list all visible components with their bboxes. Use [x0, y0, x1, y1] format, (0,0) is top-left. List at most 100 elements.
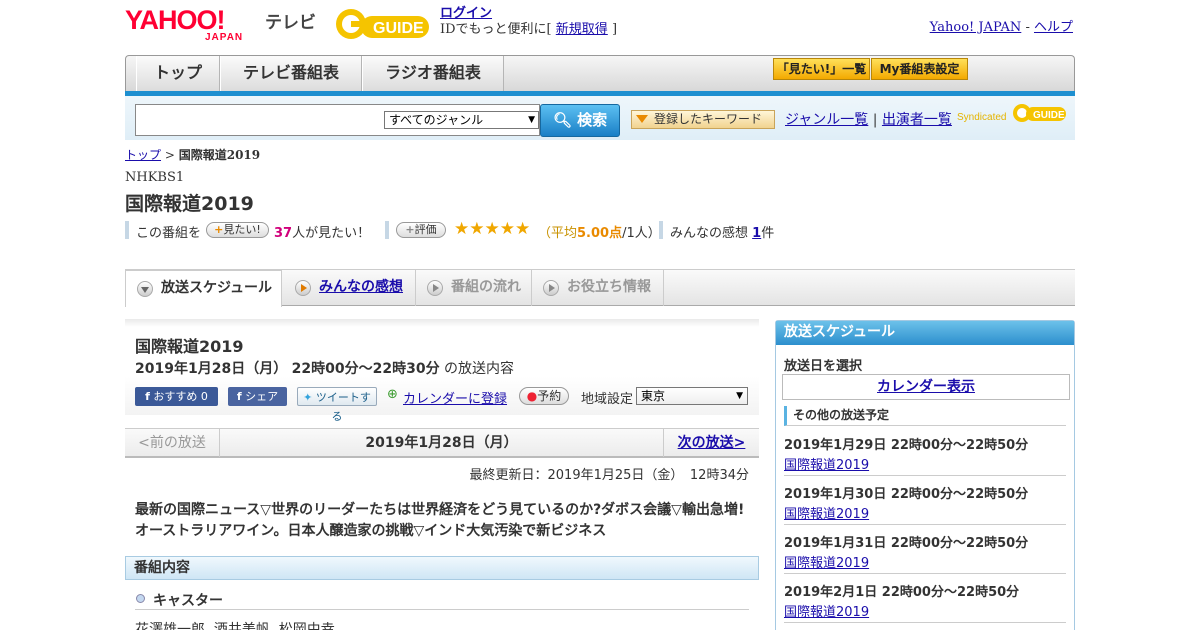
tab-useful-info: お役立ち情報 [532, 270, 664, 306]
last-updated: 最終更新日：2019年1月25日（金） 12時34分 [469, 468, 749, 483]
facebook-icon: f [236, 390, 242, 403]
tab-comments-label: みんなの感想 [319, 279, 403, 295]
triangle-down-icon [636, 115, 648, 123]
logo-yahoo-text: YAHOO! [125, 5, 226, 35]
chevron-down-icon: ▼ [528, 115, 535, 125]
facebook-icon: f [145, 390, 150, 403]
yahoo-japan-link[interactable]: Yahoo! JAPAN [930, 20, 1022, 35]
yahoo-japan-logo[interactable]: YAHOO! JAPAN [125, 5, 260, 43]
nav-tab-radio-schedule[interactable]: ラジオ番組表 [362, 56, 504, 91]
schedule-datetime: 2019年1月29日 22時00分～22時50分 [784, 438, 1029, 453]
main-nav: トップ テレビ番組表 ラジオ番組表 「見たい!」一覧 My番組表設定 [125, 55, 1075, 91]
tab-schedule[interactable]: 放送スケジュール [125, 270, 282, 307]
comments-count-link[interactable]: 1 [752, 226, 761, 241]
next-broadcast-link[interactable]: 次の放送> [678, 435, 746, 451]
plus-icon: + [405, 223, 415, 236]
evaluate-button[interactable]: +評価 [396, 222, 446, 238]
plus-icon: + [214, 223, 224, 236]
header-links: Yahoo! JAPAN - ヘルプ [930, 16, 1073, 35]
broadcast-suffix: の放送内容 [444, 361, 515, 377]
rating-people: /1人） [622, 226, 661, 241]
mitai-button-label: 見たい! [223, 223, 261, 236]
schedule-title-link[interactable]: 国際報道2019 [784, 503, 869, 522]
next-broadcast-cell: 次の放送> [663, 429, 759, 457]
reserve-label: 予約 [537, 389, 562, 403]
chevron-down-icon: ▼ [736, 391, 743, 401]
schedule-item: 2019年1月29日 22時00分～22時50分 国際報道2019 [784, 427, 1066, 476]
divider-bar [385, 221, 389, 239]
calendar-display-link[interactable]: カレンダー表示 [877, 379, 975, 395]
play-arrow-icon [427, 280, 443, 296]
channel-name: NHKBS1 [125, 170, 185, 185]
genre-list-link[interactable]: ジャンル一覧 [785, 112, 868, 128]
rating-row: この番組を +見たい! 37人が見たい！ +評価 ★★★★★ （平均5.00点/… [125, 219, 825, 242]
rating-average: 5.00点 [577, 226, 623, 241]
schedule-datetime: 2019年1月31日 22時00分～22時50分 [784, 536, 1029, 551]
rating-summary: （平均5.00点/1人） [538, 222, 661, 241]
play-arrow-icon [295, 280, 311, 296]
chevron-down-icon [137, 281, 153, 297]
kono-bangumi-label: この番組を [136, 226, 202, 241]
performer-list-link[interactable]: 出演者一覧 [882, 112, 952, 128]
bullet-icon [136, 594, 145, 603]
tab-useful-info-label: お役立ち情報 [567, 279, 651, 295]
schedule-sidebar: 放送スケジュール 放送日を選択 カレンダー表示 その他の放送予定 2019年1月… [775, 320, 1075, 630]
register-link[interactable]: 新規取得 [556, 22, 608, 37]
program-content-header: 番組内容 [125, 556, 759, 580]
tab-comments[interactable]: みんなの感想 [284, 270, 416, 306]
syndicated-text: Syndicated [957, 112, 1007, 123]
mitai-list-button[interactable]: 「見たい!」一覧 [773, 58, 870, 80]
region-label: 地域設定 [581, 392, 634, 407]
search-link-divider: | [872, 112, 878, 128]
nav-tab-top[interactable]: トップ [136, 56, 220, 91]
search-bar: すべてのジャンル ▼ 🔍︎ 検索 登録したキーワード ジャンル一覧 | 出演者一… [125, 96, 1075, 140]
schedule-datetime: 2019年2月1日 22時00分～22時50分 [784, 585, 1020, 600]
schedule-title-link[interactable]: 国際報道2019 [784, 601, 869, 620]
schedule-datetime: 2019年1月30日 22時00分～22時50分 [784, 487, 1029, 502]
search-button-label: 検索 [577, 111, 608, 129]
mitai-suffix: 人が見たい！ [292, 226, 371, 241]
breadcrumb-separator: > [164, 148, 175, 162]
register-close: ] [611, 22, 618, 37]
broadcast-time: 22時00分～22時30分 [291, 361, 440, 377]
registered-keyword-button[interactable]: 登録したキーワード [631, 110, 775, 129]
rating-stars-icon: ★★★★★ [454, 219, 531, 239]
broadcast-date: 2019年1月28日（月） [135, 361, 288, 377]
divider-bar [659, 221, 663, 239]
comments-suffix: 件 [761, 226, 775, 241]
genre-select[interactable]: すべてのジャンル ▼ [384, 111, 539, 129]
region-select-value: 東京 [641, 389, 666, 403]
mitai-button[interactable]: +見たい! [206, 222, 269, 238]
calendar-display-button[interactable]: カレンダー表示 [782, 374, 1070, 400]
tab-program-flow-label: 番組の流れ [451, 279, 521, 295]
tab-schedule-label: 放送スケジュール [161, 280, 273, 296]
rating-open: （平均 [538, 226, 578, 241]
search-button[interactable]: 🔍︎ 検索 [540, 104, 620, 137]
facebook-share-button[interactable]: f シェア [228, 387, 287, 406]
tweet-button[interactable]: ✦ ツイートする [297, 387, 377, 423]
mitai-count: 37 [274, 226, 293, 241]
breadcrumb-top-link[interactable]: トップ [125, 148, 161, 162]
reserve-button[interactable]: ●予約 [519, 387, 569, 405]
schedule-title-link[interactable]: 国際報道2019 [784, 454, 869, 473]
record-dot-icon: ● [526, 389, 538, 403]
broadcast-title: 国際報道2019 [135, 337, 244, 356]
help-link[interactable]: ヘルプ [1034, 20, 1073, 35]
my-schedule-button[interactable]: My番組表設定 [871, 58, 968, 80]
nav-tab-tv-schedule[interactable]: テレビ番組表 [220, 56, 362, 91]
divider-bar [125, 221, 129, 239]
logo-japan-text: JAPAN [205, 32, 244, 43]
region-select[interactable]: 東京 ▼ [636, 387, 748, 405]
search-links: ジャンル一覧 | 出演者一覧 [785, 109, 952, 129]
comments-summary: みんなの感想 1件 [670, 222, 774, 241]
gguide-small-logo-icon: GUIDE [1013, 104, 1066, 122]
login-link[interactable]: ログイン [440, 6, 492, 21]
calendar-register-link[interactable]: カレンダーに登録 [403, 388, 507, 407]
login-text: IDでもっと便利に[ [440, 22, 552, 37]
sidebar-header: 放送スケジュール [776, 321, 1074, 345]
logo-tv-text: テレビ [265, 13, 316, 33]
broadcast-header: 国際報道2019 2019年1月28日（月） 22時00分～22時30分 の放送… [125, 319, 759, 423]
schedule-title-link[interactable]: 国際報道2019 [784, 552, 869, 571]
registered-keyword-label: 登録したキーワード [654, 112, 763, 126]
facebook-recommend-button[interactable]: f おすすめ 0 [135, 387, 218, 406]
